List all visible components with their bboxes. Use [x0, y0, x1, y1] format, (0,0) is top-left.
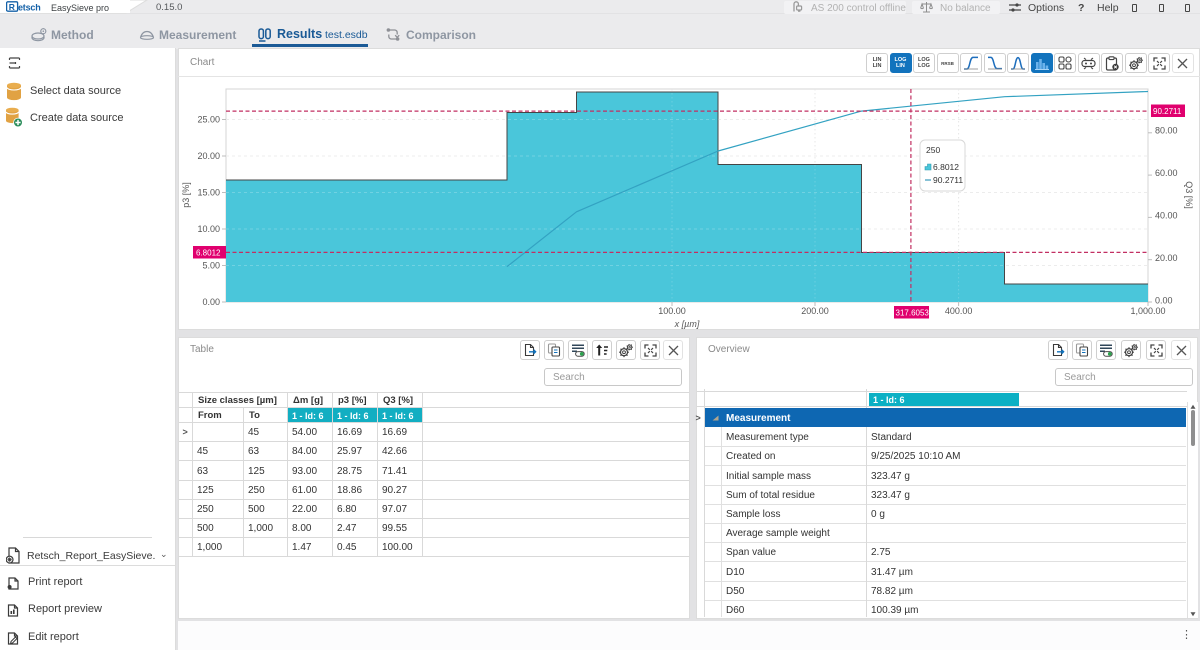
svg-text:6.8012: 6.8012 — [196, 249, 221, 258]
svg-text:20.00: 20.00 — [1155, 253, 1178, 263]
svg-text:x [µm]: x [µm] — [674, 319, 700, 329]
svg-text:250: 250 — [926, 145, 940, 155]
svg-text:60.00: 60.00 — [1155, 168, 1178, 178]
svg-text:15.00: 15.00 — [197, 188, 220, 198]
svg-text:0.00: 0.00 — [1155, 296, 1173, 306]
svg-text:etsch: etsch — [18, 2, 41, 12]
svg-text:R: R — [9, 2, 15, 12]
svg-text:400.00: 400.00 — [945, 306, 973, 316]
svg-text:200.00: 200.00 — [801, 306, 829, 316]
svg-text:5.00: 5.00 — [202, 261, 220, 271]
svg-text:100.00: 100.00 — [658, 306, 686, 316]
svg-text:6.8012: 6.8012 — [933, 162, 959, 172]
svg-text:1,000.00: 1,000.00 — [1130, 306, 1165, 316]
svg-text:Q3 [%]: Q3 [%] — [1184, 181, 1194, 209]
svg-text:0.00: 0.00 — [202, 297, 220, 307]
svg-text:317.6053: 317.6053 — [896, 309, 930, 318]
svg-text:p3 [%]: p3 [%] — [181, 182, 191, 208]
svg-text:90.2711: 90.2711 — [933, 175, 963, 185]
svg-text:20.00: 20.00 — [197, 151, 220, 161]
svg-text:90.2711: 90.2711 — [1153, 107, 1182, 116]
svg-text:80.00: 80.00 — [1155, 126, 1178, 136]
svg-text:40.00: 40.00 — [1155, 211, 1178, 221]
svg-text:10.00: 10.00 — [197, 224, 220, 234]
svg-text:25.00: 25.00 — [197, 115, 220, 125]
